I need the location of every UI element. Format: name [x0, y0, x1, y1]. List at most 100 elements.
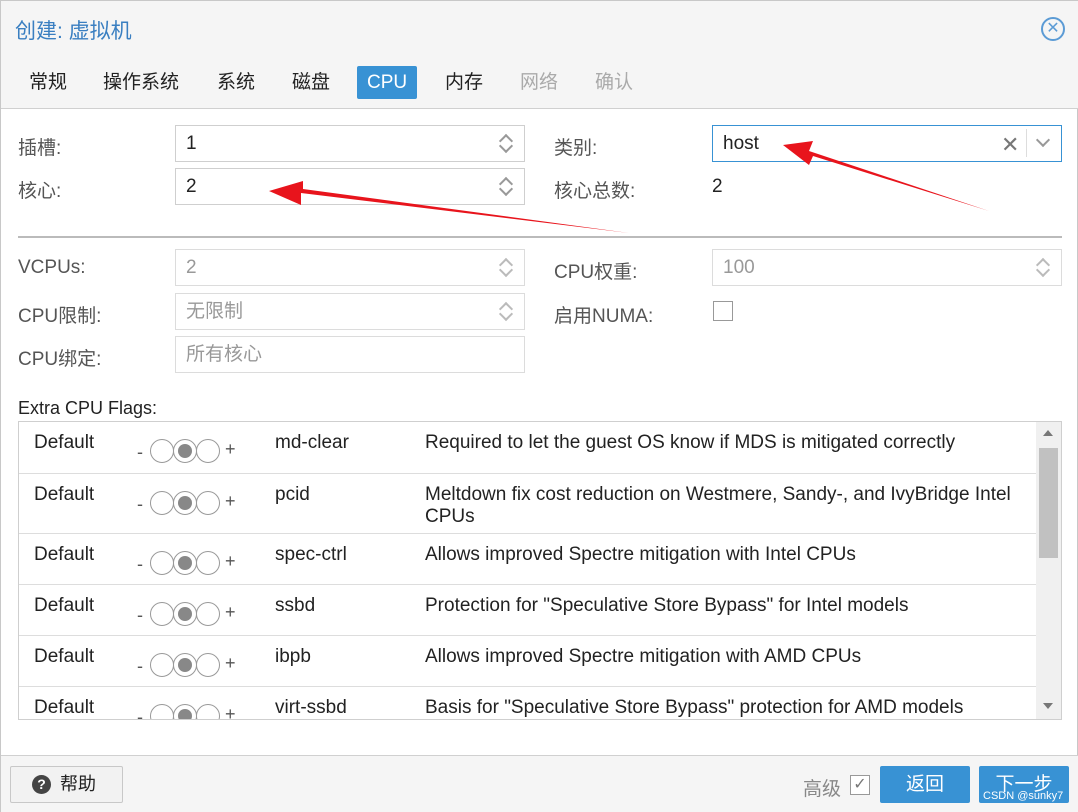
spinner-arrows-icon[interactable] — [498, 299, 516, 325]
flag-description: Meltdown fix cost reduction on Westmere,… — [425, 484, 1011, 527]
cpu-weight-spinner[interactable]: 100 — [712, 249, 1062, 286]
flag-radio-default[interactable] — [173, 439, 197, 463]
spinner-arrows-icon[interactable] — [498, 255, 516, 281]
cpu-weight-label: CPU权重: — [554, 262, 638, 283]
flag-name: virt-ssbd — [275, 697, 347, 718]
flag-name: ibpb — [275, 646, 311, 667]
tab-system[interactable]: 系统 — [207, 66, 265, 99]
clear-icon[interactable]: ✕ — [1001, 132, 1019, 158]
plus-label: + — [225, 602, 236, 622]
flag-radio-off[interactable] — [150, 491, 174, 515]
back-button[interactable]: 返回 — [880, 766, 970, 803]
flag-radio-off[interactable] — [150, 602, 174, 626]
minus-label: - — [137, 707, 143, 720]
cores-label: 核心: — [18, 181, 62, 202]
flag-state: Default — [34, 432, 95, 453]
plus-label: + — [225, 653, 236, 673]
flag-state: Default — [34, 697, 95, 718]
advanced-label: 高级 — [803, 779, 842, 800]
cpu-type-label: 类别: — [554, 138, 598, 159]
flag-radio-on[interactable] — [196, 602, 220, 626]
flag-radio-off[interactable] — [150, 439, 174, 463]
spinner-arrows-icon[interactable] — [498, 174, 516, 200]
flag-name: ssbd — [275, 595, 316, 616]
cores-value: 2 — [186, 176, 197, 197]
cpu-limit-placeholder: 无限制 — [186, 301, 244, 322]
tab-general[interactable]: 常规 — [19, 66, 77, 99]
plus-label: + — [225, 439, 236, 459]
flag-state: Default — [34, 544, 95, 565]
cpu-limit-label: CPU限制: — [18, 306, 102, 327]
flag-name: pcid — [275, 484, 310, 505]
cpu-weight-placeholder: 100 — [723, 257, 755, 278]
flags-scrollbar[interactable] — [1036, 422, 1061, 719]
flag-radio-default[interactable] — [173, 491, 197, 515]
sockets-spinner[interactable]: 1 — [175, 125, 525, 162]
help-button[interactable]: ? 帮助 — [10, 766, 123, 803]
flag-radio-default[interactable] — [173, 653, 197, 677]
table-row: Default - + ibpb Allows improved Spectre … — [19, 636, 1036, 687]
tab-memory[interactable]: 内存 — [435, 66, 493, 99]
tab-cpu[interactable]: CPU — [357, 66, 418, 99]
flag-tristate-radio[interactable]: - + — [137, 704, 237, 720]
flag-radio-on[interactable] — [196, 491, 220, 515]
cpu-affinity-input[interactable]: 所有核心 — [175, 336, 525, 373]
tab-confirm: 确认 — [595, 72, 634, 93]
minus-label: - — [137, 605, 143, 625]
flag-tristate-radio[interactable]: - + — [137, 602, 237, 626]
scroll-down-icon[interactable] — [1043, 703, 1053, 709]
flag-tristate-radio[interactable]: - + — [137, 653, 237, 677]
cores-spinner[interactable]: 2 — [175, 168, 525, 205]
watermark-text: CSDN @sunky7 — [983, 790, 1064, 802]
advanced-checkbox[interactable]: ✓ — [850, 775, 870, 795]
minus-label: - — [137, 494, 143, 514]
cpu-limit-spinner[interactable]: 无限制 — [175, 293, 525, 330]
flag-description: Allows improved Spectre mitigation with … — [425, 646, 862, 667]
wizard-tabbar: 常规 操作系统 系统 磁盘 CPU 内存 网络 确认 — [1, 57, 1078, 109]
flag-radio-off[interactable] — [150, 653, 174, 677]
flag-tristate-radio[interactable]: - + — [137, 491, 237, 515]
flag-tristate-radio[interactable]: - + — [137, 439, 237, 463]
flag-radio-on[interactable] — [196, 653, 220, 677]
cpu-affinity-placeholder: 所有核心 — [186, 344, 263, 365]
spinner-arrows-icon[interactable] — [498, 131, 516, 157]
plus-label: + — [225, 551, 236, 571]
tab-os[interactable]: 操作系统 — [93, 66, 189, 99]
flag-tristate-radio[interactable]: - + — [137, 551, 237, 575]
combo-divider — [1026, 129, 1027, 157]
numa-label: 启用NUMA: — [554, 306, 654, 327]
scrollbar-thumb[interactable] — [1039, 448, 1058, 558]
flag-radio-off[interactable] — [150, 704, 174, 719]
numa-checkbox[interactable] — [713, 301, 733, 321]
plus-label: + — [225, 491, 236, 511]
flag-description: Basis for "Speculative Store Bypass" pro… — [425, 697, 964, 718]
flag-name: md-clear — [275, 432, 349, 453]
question-circle-icon: ? — [32, 775, 51, 794]
vcpus-spinner[interactable]: 2 — [175, 249, 525, 286]
sockets-label: 插槽: — [18, 138, 62, 159]
flag-radio-on[interactable] — [196, 704, 220, 719]
table-row: Default - + virt-ssbd Basis for "Speculat… — [19, 687, 1036, 720]
flag-radio-default[interactable] — [173, 602, 197, 626]
close-icon[interactable]: ✕ — [1041, 17, 1065, 41]
flag-state: Default — [34, 646, 95, 667]
help-label: 帮助 — [60, 774, 96, 794]
flag-name: spec-ctrl — [275, 544, 347, 565]
spinner-arrows-icon[interactable] — [1035, 255, 1053, 281]
dialog-footer: ? 帮助 高级 ✓ 返回 下一步 — [1, 755, 1078, 812]
scroll-up-icon[interactable] — [1043, 430, 1053, 436]
tab-disk[interactable]: 磁盘 — [282, 66, 340, 99]
flag-description: Required to let the guest OS know if MDS… — [425, 432, 956, 453]
table-row: Default - + pcid Meltdown fix cost reduct… — [19, 474, 1036, 534]
flag-radio-default[interactable] — [173, 551, 197, 575]
table-row: Default - + ssbd Protection for "Speculat… — [19, 585, 1036, 636]
flag-radio-default[interactable] — [173, 704, 197, 719]
flag-radio-on[interactable] — [196, 439, 220, 463]
flag-radio-off[interactable] — [150, 551, 174, 575]
minus-label: - — [137, 656, 143, 676]
flag-state: Default — [34, 595, 95, 616]
extra-flags-title: Extra CPU Flags: — [18, 398, 158, 418]
flag-state: Default — [34, 484, 95, 505]
minus-label: - — [137, 554, 143, 574]
flag-radio-on[interactable] — [196, 551, 220, 575]
